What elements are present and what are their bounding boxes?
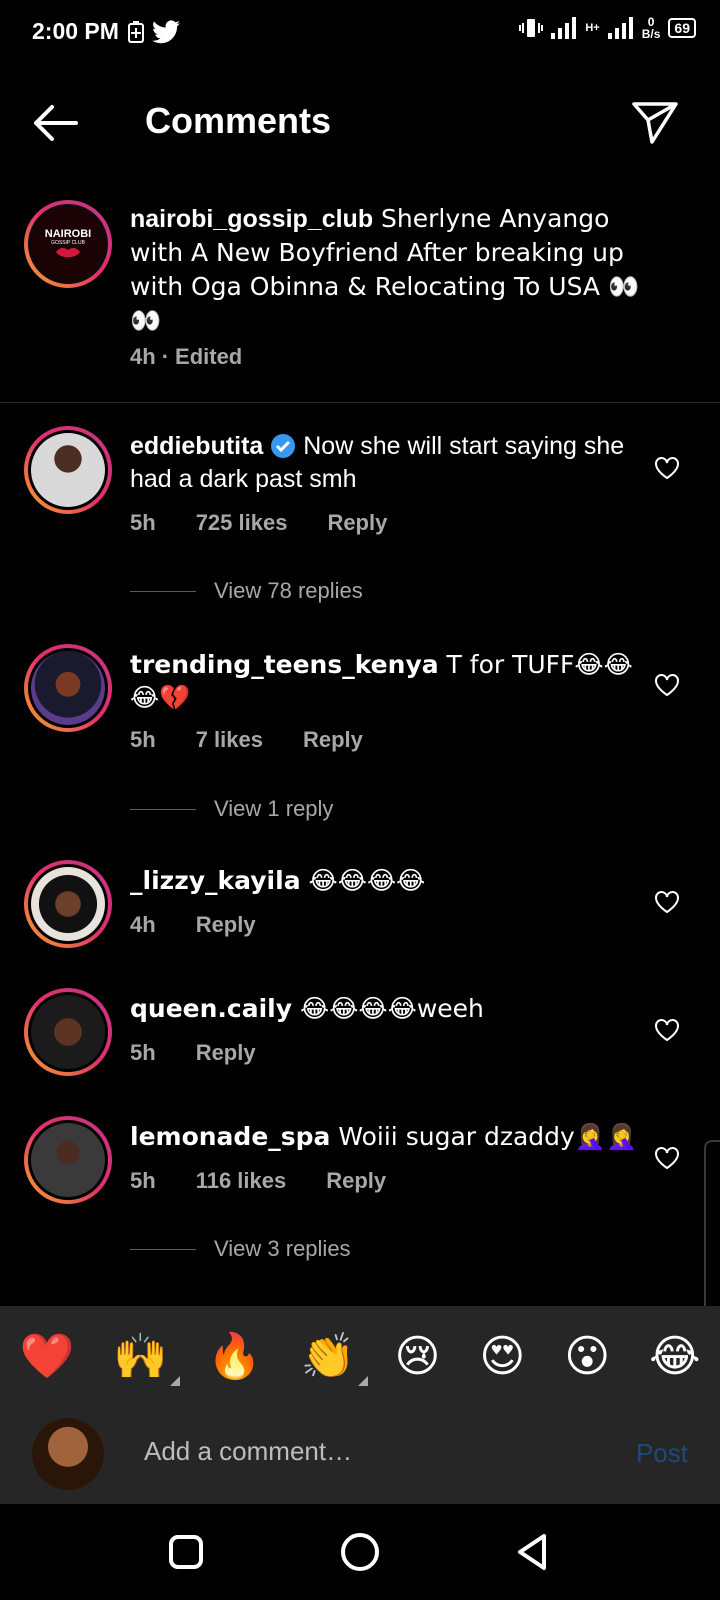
avatar[interactable] (24, 988, 112, 1076)
view-replies[interactable]: View 1 reply (130, 796, 333, 822)
twitter-icon (152, 20, 180, 44)
status-bar: 2:00 PM H+ 0 B/s 69 (0, 0, 720, 64)
comment-time: 5h (130, 1040, 156, 1065)
post-button[interactable]: Post (636, 1438, 688, 1469)
user-avatar (32, 1418, 104, 1490)
comment-username[interactable]: eddiebutita (130, 432, 263, 460)
lips-icon (56, 247, 80, 258)
reply-button[interactable]: Reply (327, 510, 387, 536)
share-send-icon[interactable] (630, 96, 680, 146)
reaction-heart-eyes[interactable]: 😍 (479, 1331, 525, 1382)
like-heart-icon[interactable] (654, 1018, 680, 1042)
avatar[interactable]: NAIROBI GOSSIP CLUB (24, 200, 112, 288)
comment-time: 5h (130, 1168, 156, 1193)
caption-username[interactable]: nairobi_gossip_club (130, 205, 373, 233)
back-arrow-icon[interactable] (30, 100, 80, 146)
reply-button[interactable]: Reply (303, 727, 363, 753)
comment-username[interactable]: queen.caily (130, 994, 292, 1023)
header: Comments (0, 80, 720, 164)
reaction-fire[interactable]: 🔥 (207, 1330, 262, 1382)
reaction-heart[interactable]: ❤️ (19, 1330, 74, 1382)
comment-time: 4h (130, 912, 156, 937)
reaction-surprised[interactable]: 😮 (564, 1331, 610, 1382)
comment-time: 5h (130, 510, 156, 535)
comment-username[interactable]: lemonade_spa (130, 1122, 330, 1151)
battery-indicator: 69 (668, 18, 696, 38)
avatar[interactable] (24, 1116, 112, 1204)
status-time: 2:00 PM (32, 18, 119, 44)
vibrate-icon (519, 19, 544, 37)
scrollbar[interactable] (704, 1140, 720, 1334)
emoji-reaction-bar: ❤️ 🙌 🔥 👏 😢 😍 😮 😂 (0, 1306, 720, 1406)
avatar[interactable] (24, 860, 112, 948)
comment-username[interactable]: _lizzy_kayila (130, 866, 301, 895)
post-caption: NAIROBI GOSSIP CLUB nairobi_gossip_club … (0, 196, 720, 403)
comment-time: 5h (130, 727, 156, 752)
comment-likes[interactable]: 7 likes (196, 727, 263, 753)
comment-likes[interactable]: 116 likes (196, 1168, 287, 1194)
signal-icon-2 (607, 17, 633, 39)
comment-text: 😂😂😂😂 (300, 866, 426, 895)
reaction-clap[interactable]: 👏 (301, 1330, 368, 1386)
verified-badge-icon (271, 434, 296, 458)
page-title: Comments (145, 100, 332, 141)
recent-apps-icon[interactable] (162, 1528, 210, 1576)
reply-button[interactable]: Reply (196, 912, 256, 938)
back-triangle-icon[interactable] (510, 1528, 558, 1576)
comment-text: Woiii sugar dzaddy🤦‍♀️🤦‍♀️ (330, 1122, 638, 1151)
system-nav-bar (0, 1504, 720, 1600)
reaction-raised-hands[interactable]: 🙌 (113, 1330, 181, 1386)
view-replies[interactable]: View 3 replies (130, 1236, 351, 1262)
like-heart-icon[interactable] (654, 890, 680, 914)
reply-button[interactable]: Reply (326, 1168, 386, 1194)
network-speed: 0 B/s (641, 15, 661, 41)
like-heart-icon[interactable] (654, 673, 680, 697)
comment-text: 😂😂😂😂weeh (292, 994, 484, 1023)
avatar[interactable] (24, 426, 112, 514)
avatar[interactable] (24, 644, 112, 732)
signal-icon (551, 17, 577, 39)
like-heart-icon[interactable] (654, 1146, 680, 1170)
home-icon[interactable] (336, 1528, 384, 1576)
reaction-crying[interactable]: 😢 (395, 1331, 441, 1382)
like-heart-icon[interactable] (654, 456, 680, 480)
caption-time: 4h (130, 344, 156, 369)
reply-button[interactable]: Reply (196, 1040, 256, 1066)
caption-edited: Edited (175, 344, 243, 369)
reaction-laughing[interactable]: 😂 (649, 1331, 700, 1382)
comment-likes[interactable]: 725 likes (196, 510, 288, 536)
comment-composer: Add a comment… Post (0, 1406, 720, 1504)
battery-saver-icon (128, 21, 144, 43)
view-replies[interactable]: View 78 replies (130, 578, 363, 604)
comment-input[interactable]: Add a comment… (144, 1436, 352, 1467)
comment-username[interactable]: trending_teens_kenya (130, 650, 439, 679)
network-type: H+ (585, 22, 600, 34)
